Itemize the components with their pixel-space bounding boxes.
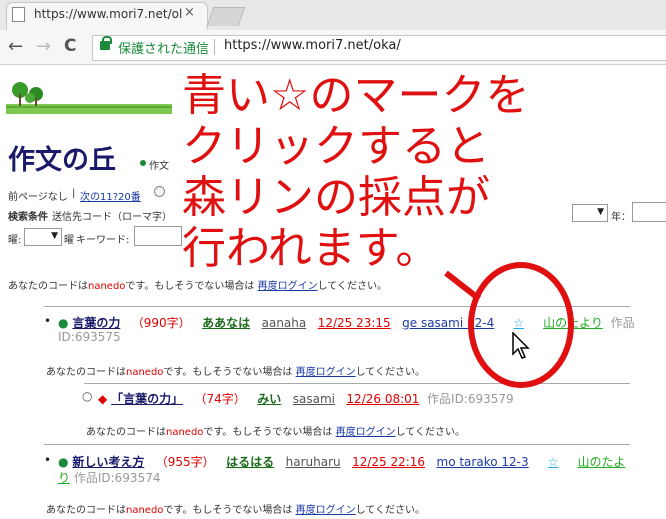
list-bullet: • — [44, 314, 52, 328]
year-input[interactable] — [632, 202, 666, 222]
search-target-label: 送信先コード（ローマ字） — [52, 212, 172, 223]
list-bullet: • — [44, 453, 52, 467]
green-dot-icon: ● — [58, 316, 69, 330]
review-link[interactable]: 山のたよ — [578, 455, 626, 469]
notice-suffix: してください。 — [395, 427, 466, 438]
user-code: nanedo — [88, 281, 126, 292]
login-notice: あなたのコードはnanedoです。もしそうでない場合は 再度ログインしてください… — [86, 423, 465, 438]
relogin-link[interactable]: 再度ログイン — [296, 505, 356, 516]
notice-suffix: してください。 — [355, 367, 426, 378]
char-count: （955字） — [155, 455, 215, 469]
keyword-input[interactable] — [134, 226, 182, 246]
notice-prefix: あなたのコードは — [8, 281, 88, 292]
notice-prefix: あなたのコードは — [46, 367, 126, 378]
notice-middle: です。もしそうでない場合は — [203, 427, 333, 438]
year-label: 年： — [611, 212, 631, 223]
lock-icon[interactable] — [100, 41, 110, 50]
notice-prefix: あなたのコードは — [86, 427, 166, 438]
month-select[interactable]: ▼ — [572, 204, 608, 222]
red-diamond-icon: ◆ — [98, 392, 108, 406]
divider — [44, 444, 630, 445]
site-logo — [6, 82, 172, 114]
annotation-ellipse — [468, 262, 574, 388]
login-notice: あなたのコードはnanedoです。もしそうでない場合は 再度ログインしてください… — [46, 363, 425, 378]
green-dot-icon — [140, 160, 146, 166]
list-item-continued: り 作品ID:693574 — [58, 469, 160, 486]
char-count: （990字） — [131, 316, 191, 330]
user-link[interactable]: sasami — [293, 392, 335, 406]
login-notice: あなたのコードはnanedoです。もしそうでない場合は 再度ログインしてください… — [8, 277, 387, 292]
notice-suffix: してください。 — [317, 281, 388, 292]
chevron-down-icon: ▼ — [51, 231, 58, 241]
score-link[interactable]: mo tarako 12-3 — [437, 455, 529, 469]
nav-separator: | — [72, 188, 76, 199]
user-link[interactable]: aanaha — [262, 316, 307, 330]
user-code: nanedo — [126, 367, 164, 378]
post-title-link[interactable]: 新しい考え方 — [72, 455, 144, 469]
secure-label[interactable]: 保護された通信 — [118, 38, 209, 57]
next-page-link[interactable]: 次の11?20番 — [80, 188, 141, 203]
login-notice: あなたのコードはnanedoです。もしそうでない場合は 再度ログインしてください… — [46, 501, 425, 516]
search-conditions-label: 検索条件 — [8, 212, 48, 223]
post-id-prefix: 作品 — [610, 316, 635, 330]
forward-icon[interactable]: → — [36, 36, 51, 57]
notice-suffix: してください。 — [355, 505, 426, 516]
reload-icon[interactable]: C — [64, 36, 76, 56]
user-code: nanedo — [166, 427, 204, 438]
date-link[interactable]: 12/25 22:16 — [352, 455, 425, 469]
weekday-select[interactable]: ▼ — [24, 228, 62, 246]
relogin-link[interactable]: 再度ログイン — [336, 427, 396, 438]
weekday-suffix: 曜: — [8, 235, 22, 246]
url-text[interactable]: https://www.mori7.net/oka/ — [224, 38, 401, 53]
title-subtext: 作文 — [149, 161, 169, 172]
page-title: 作文の丘 — [8, 145, 116, 176]
relogin-link[interactable]: 再度ログイン — [258, 281, 318, 292]
review-link[interactable]: り — [58, 471, 70, 485]
notice-middle: です。もしそうでない場合は — [163, 505, 293, 516]
list-bullet: ○ — [82, 389, 93, 403]
divider — [84, 383, 630, 384]
notice-middle: です。もしそうでない場合は — [163, 367, 293, 378]
date-link[interactable]: 12/26 08:01 — [346, 392, 419, 406]
weekday-label: 曜 — [64, 235, 74, 246]
chevron-down-icon: ▼ — [597, 207, 604, 217]
page-icon — [12, 7, 25, 22]
tab-title: https://www.mori7.net/ol — [34, 7, 183, 21]
notice-prefix: あなたのコードは — [46, 505, 126, 516]
url-divider — [214, 39, 215, 55]
close-icon[interactable]: × — [184, 5, 195, 20]
post-id: 作品ID:693579 — [427, 392, 514, 406]
char-count: （74字） — [194, 392, 246, 406]
post-title-link[interactable]: 「言葉の力」 — [111, 392, 183, 406]
annotation-text: 青い☆のマークを クリックすると 森リンの採点が 行われます。 — [182, 70, 530, 274]
post-title-link[interactable]: 言葉の力 — [72, 316, 120, 330]
date-link[interactable]: 12/25 23:15 — [318, 316, 391, 330]
author-link[interactable]: みい — [257, 392, 281, 406]
radio-button[interactable] — [154, 186, 165, 197]
post-id: ID:693575 — [58, 330, 121, 344]
blue-star-icon[interactable]: ☆ — [548, 455, 559, 469]
prev-page-label: 前ページなし — [8, 192, 68, 203]
notice-middle: です。もしそうでない場合は — [125, 281, 255, 292]
mouse-cursor-icon — [512, 332, 530, 359]
list-item: ◆ 「言葉の力」 （74字） みい sasami 12/26 08:01 作品I… — [98, 390, 514, 407]
keyword-label: キーワード: — [76, 235, 130, 246]
back-icon[interactable]: ← — [8, 36, 23, 57]
author-link[interactable]: はるはる — [226, 455, 274, 469]
green-dot-icon: ● — [58, 455, 69, 469]
list-item: ● 新しい考え方 （955字） はるはる haruharu 12/25 22:1… — [58, 453, 626, 470]
post-id: 作品ID:693574 — [73, 471, 161, 485]
user-code: nanedo — [126, 505, 164, 516]
author-link[interactable]: ああなは — [202, 316, 250, 330]
relogin-link[interactable]: 再度ログイン — [296, 367, 356, 378]
user-link[interactable]: haruharu — [286, 455, 341, 469]
